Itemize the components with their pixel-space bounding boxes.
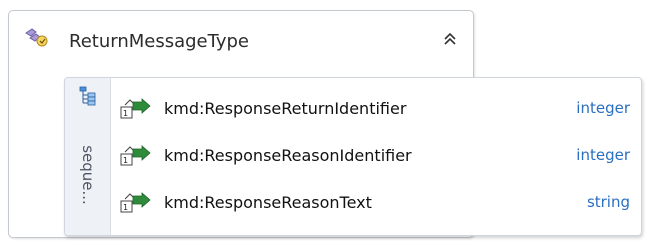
sequence-label: seque...	[79, 145, 97, 205]
svg-text:1: 1	[123, 156, 128, 165]
element-name: kmd:ResponseReasonIdentifier	[164, 146, 412, 165]
element-type: integer	[576, 99, 630, 117]
element-icon: 1	[120, 192, 154, 214]
sequence-box: seque... 1 kmd:ResponseReturnIdentifier …	[64, 77, 642, 236]
double-chevron-up-icon[interactable]	[441, 30, 459, 48]
complex-type-header: ReturnMessageType	[9, 11, 473, 65]
svg-text:1: 1	[123, 109, 128, 118]
element-name: kmd:ResponseReasonText	[164, 193, 372, 212]
element-row[interactable]: 1 kmd:ResponseReasonIdentifier integer	[120, 134, 630, 178]
element-icon: 1	[120, 145, 154, 167]
complex-type-name: ReturnMessageType	[69, 31, 249, 52]
element-row[interactable]: 1 kmd:ResponseReturnIdentifier integer	[120, 87, 630, 131]
complex-type-icon	[23, 26, 49, 48]
element-type: integer	[576, 146, 630, 164]
element-icon: 1	[120, 98, 154, 120]
sequence-compositor-icon	[79, 86, 97, 106]
element-name: kmd:ResponseReturnIdentifier	[164, 99, 407, 118]
element-type: string	[586, 193, 630, 211]
svg-text:1: 1	[123, 203, 128, 212]
complex-type-box: ReturnMessageType seque... 1 kmd:Respons…	[8, 10, 642, 238]
sequence-rail[interactable]: seque...	[65, 78, 111, 235]
element-row[interactable]: 1 kmd:ResponseReasonText string	[120, 181, 630, 225]
